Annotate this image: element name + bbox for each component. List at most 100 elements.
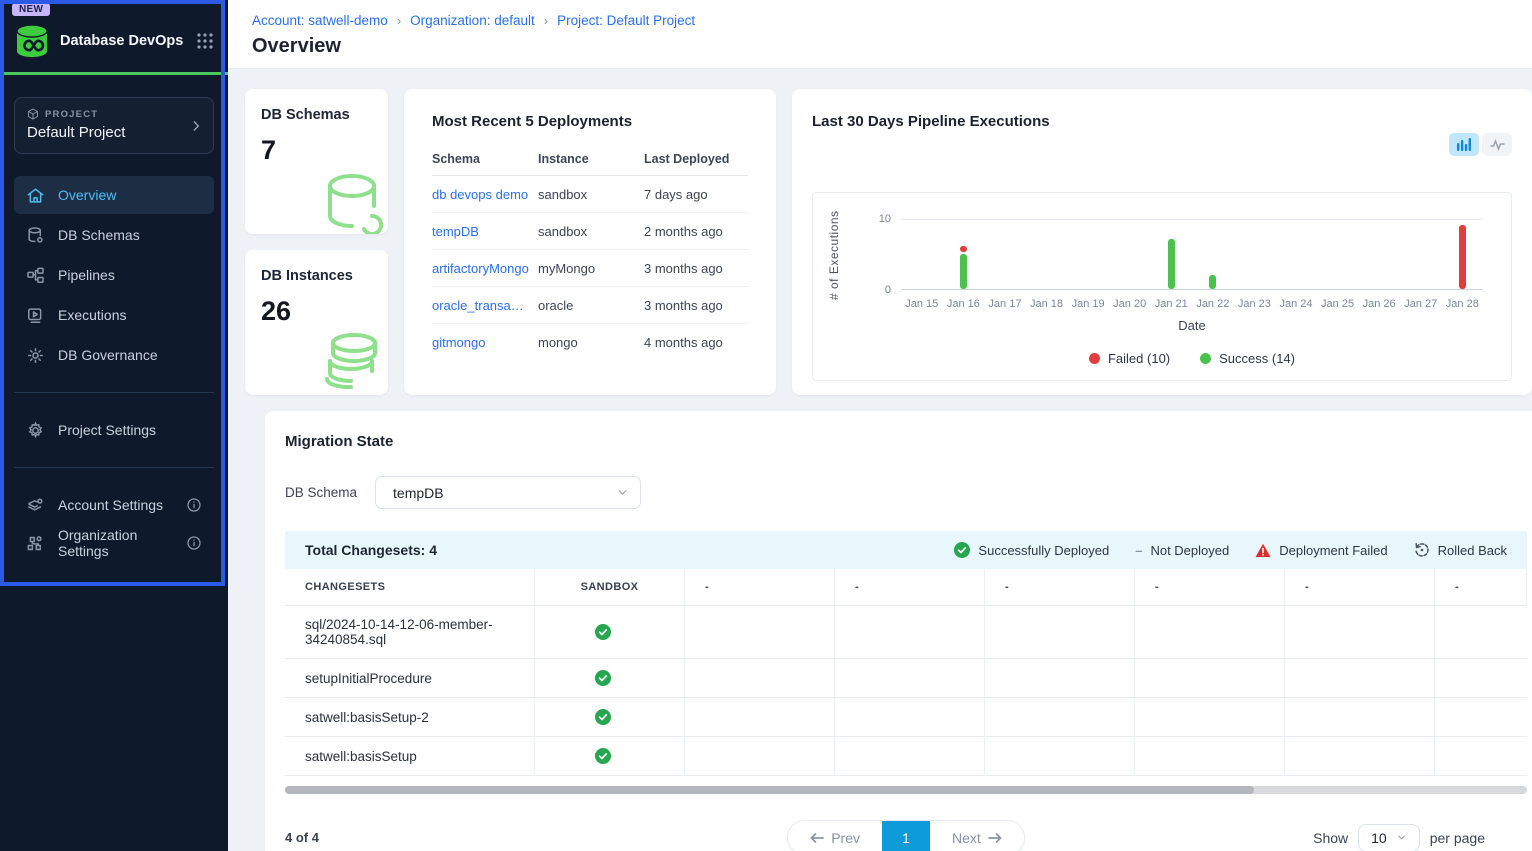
legend-dot-icon — [1200, 353, 1211, 364]
y-axis-title: # of Executions — [827, 209, 842, 301]
bar-chart-toggle-button[interactable] — [1449, 133, 1479, 156]
changeset-cell: satwell:basisSetup — [285, 737, 535, 776]
column-header-empty: - — [1435, 569, 1527, 606]
sidebar-item-db-schemas[interactable]: DB Schemas — [14, 216, 214, 254]
sidebar-item-label: DB Schemas — [58, 227, 140, 243]
stat-title: DB Instances — [261, 268, 372, 284]
home-icon — [26, 186, 45, 205]
status-cell — [535, 606, 685, 659]
db-instances-count: 26 — [261, 296, 372, 327]
row-count: 4 of 4 — [285, 830, 585, 845]
horizontal-scrollbar[interactable] — [285, 786, 1527, 794]
pagination: Prev 1 Next — [787, 820, 1025, 851]
sidebar-item-label: Overview — [58, 187, 116, 203]
table-row: artifactoryMongo myMongo 3 months ago — [432, 250, 748, 287]
changesets-summary-bar: Total Changesets: 4 Successfully Deploye… — [285, 531, 1527, 569]
column-header-empty: - — [685, 569, 835, 606]
sidebar-item-pipelines[interactable]: Pipelines — [14, 256, 214, 294]
table-row: oracle_transact... oracle 3 months ago — [432, 287, 748, 324]
column-header-sandbox: SANDBOX — [535, 569, 685, 606]
app-title: Database DevOps — [60, 33, 186, 49]
sidebar-header: Database DevOps — [14, 24, 214, 58]
x-axis-tick: Jan 20 — [1109, 298, 1151, 310]
chart-bar-slot — [901, 219, 943, 289]
page-size-select[interactable]: 10 — [1358, 824, 1420, 851]
sidebar-item-account-settings[interactable]: Account Settings — [14, 486, 214, 524]
prev-page-button[interactable]: Prev — [788, 821, 882, 851]
sidebar-item-overview[interactable]: Overview — [14, 176, 214, 214]
instance-cell: mongo — [538, 335, 644, 350]
legend-dot-icon — [1089, 353, 1100, 364]
success-bar[interactable] — [960, 254, 967, 290]
chart-bar-slot — [1109, 219, 1151, 289]
rollback-icon — [1414, 542, 1430, 558]
database-illustration-icon — [314, 168, 386, 234]
chart-legend-item[interactable]: Failed (10) — [1089, 351, 1170, 366]
instance-cell: sandbox — [538, 187, 644, 202]
x-axis-tick: Jan 27 — [1400, 298, 1442, 310]
sidebar-item-db-governance[interactable]: DB Governance — [14, 336, 214, 374]
db-schema-selected-value: tempDB — [393, 485, 444, 501]
page-number-button[interactable]: 1 — [882, 821, 930, 851]
db-schema-select[interactable]: tempDB — [375, 476, 641, 509]
legend-label: Not Deployed — [1150, 543, 1229, 558]
column-header-empty: - — [985, 569, 1135, 606]
check-circle-icon — [595, 624, 611, 640]
empty-cell — [835, 659, 985, 698]
instance-cell: oracle — [538, 298, 644, 313]
sidebar-item-organization-settings[interactable]: Organization Settings — [14, 524, 214, 562]
breadcrumb-project[interactable]: Project: Default Project — [557, 13, 695, 28]
legend-item: Successfully Deployed — [954, 542, 1109, 558]
chart-type-toggle — [1449, 133, 1512, 156]
chevron-down-icon — [616, 486, 629, 499]
success-bar[interactable] — [1168, 239, 1175, 289]
dash-icon: – — [1135, 543, 1142, 558]
sidebar-item-executions[interactable]: Executions — [14, 296, 214, 334]
chart-bar-slot — [1317, 219, 1359, 289]
schema-link[interactable]: gitmongo — [432, 335, 538, 350]
scrollbar-thumb[interactable] — [285, 786, 1254, 794]
sidebar-item-project-settings[interactable]: Project Settings — [14, 411, 214, 449]
check-circle-icon — [595, 748, 611, 764]
per-page-label: per page — [1430, 830, 1485, 846]
schema-link[interactable]: oracle_transact... — [432, 298, 538, 313]
changesets-table: Total Changesets: 4 Successfully Deploye… — [285, 531, 1527, 851]
breadcrumb: Account: satwell-demo › Organization: de… — [252, 13, 1532, 28]
chart-bar-slot — [1150, 219, 1192, 289]
app-grid-icon[interactable] — [196, 32, 214, 50]
chart-plot-box: # of Executions 10 0 Jan 15Jan 16Jan 17J… — [812, 192, 1512, 381]
legend-item: – Not Deployed — [1135, 543, 1229, 558]
schema-link[interactable]: db devops demo — [432, 187, 538, 202]
success-bar[interactable] — [1209, 275, 1216, 289]
schema-link[interactable]: artifactoryMongo — [432, 261, 538, 276]
project-selector[interactable]: PROJECT Default Project — [14, 97, 214, 154]
line-chart-toggle-button[interactable] — [1482, 133, 1512, 156]
stat-title: DB Schemas — [261, 107, 372, 123]
chart-bar-slot — [1026, 219, 1068, 289]
prev-label: Prev — [831, 830, 860, 846]
empty-cell — [1435, 698, 1527, 737]
chart-legend-item[interactable]: Success (14) — [1200, 351, 1295, 366]
org-gear-icon — [26, 534, 45, 553]
x-axis-tick: Jan 18 — [1026, 298, 1068, 310]
info-icon[interactable] — [186, 497, 202, 513]
table-row: db devops demo sandbox 7 days ago — [432, 176, 748, 213]
legend-label: Success (14) — [1219, 351, 1295, 366]
failed-bar[interactable] — [960, 246, 967, 251]
chart-bar-slot — [984, 219, 1026, 289]
play-box-icon — [26, 306, 45, 325]
chart-bar-slot — [1400, 219, 1442, 289]
legend-label: Rolled Back — [1438, 543, 1507, 558]
last-deployed-cell: 4 months ago — [644, 335, 748, 350]
next-page-button[interactable]: Next — [930, 821, 1024, 851]
breadcrumb-account[interactable]: Account: satwell-demo — [252, 13, 388, 28]
check-circle-icon — [954, 542, 970, 558]
chevron-right-icon — [189, 119, 203, 133]
failed-bar[interactable] — [1459, 225, 1466, 289]
deployments-table: Schema Instance Last Deployed db devops … — [432, 152, 748, 361]
info-icon[interactable] — [186, 535, 202, 551]
empty-cell — [835, 737, 985, 776]
schema-link[interactable]: tempDB — [432, 224, 538, 239]
status-cell — [535, 698, 685, 737]
breadcrumb-organization[interactable]: Organization: default — [410, 13, 535, 28]
